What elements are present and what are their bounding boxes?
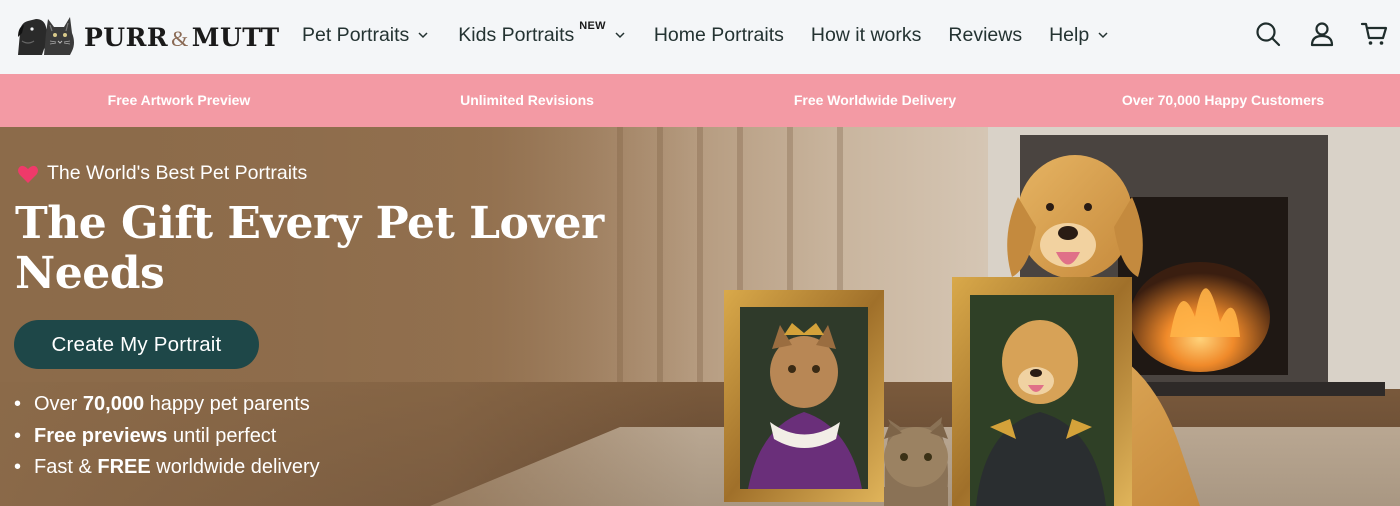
- benefit-text: until perfect: [167, 424, 277, 447]
- nav-item-label: Reviews: [948, 23, 1023, 46]
- nav-item-pet-portraits[interactable]: Pet Portraits: [302, 24, 429, 47]
- promo-free-artwork-preview: Free Artwork Preview: [107, 92, 251, 108]
- nav-item-label: How it works: [810, 23, 922, 46]
- nav-item-label: Home Portraits: [653, 23, 784, 46]
- brand-word-mutt: MUTT: [191, 23, 280, 52]
- main-nav: Pet Portraits Kids Portraits NEW Home Po…: [302, 20, 1109, 48]
- nav-item-label: Kids Portraits: [458, 23, 575, 46]
- benefit-text: happy pet parents: [144, 393, 310, 415]
- site-header: PURR & MUTT Pet Portraits Kids Portraits N…: [0, 0, 1400, 74]
- nav-item-how-it-works[interactable]: How it works: [811, 24, 922, 47]
- nav-item-home-portraits[interactable]: Home Portraits: [654, 24, 784, 47]
- brand-wordmark: PURR & MUTT: [84, 23, 280, 52]
- benefit-text: Over: [34, 393, 83, 415]
- chevron-down-icon: [418, 32, 428, 39]
- benefit-highlight: Free previews: [34, 424, 168, 447]
- create-my-portrait-button[interactable]: Create My Portrait: [14, 320, 259, 369]
- cat-and-dog-logo-icon: [18, 17, 74, 55]
- hero-eyebrow: The World's Best Pet Portraits: [17, 162, 307, 185]
- nav-item-kids-portraits[interactable]: Kids Portraits NEW: [458, 20, 626, 47]
- benefit-highlight: 70,000: [82, 393, 145, 415]
- brand-word-purr: PURR: [84, 23, 169, 52]
- benefit-highlight: FREE: [97, 456, 151, 478]
- benefit-happy-pet-parents: Over 70,000 happy pet parents: [12, 389, 320, 421]
- hero-eyebrow-text: The World's Best Pet Portraits: [47, 162, 308, 184]
- brand-logo[interactable]: PURR & MUTT: [14, 11, 279, 59]
- account-icon[interactable]: [1308, 20, 1336, 48]
- hero-benefits-list: Over 70,000 happy pet parents Free previ…: [12, 389, 320, 484]
- benefit-free-previews: Free previews until perfect: [12, 421, 320, 453]
- chevron-down-icon: [1098, 32, 1108, 39]
- brand-ampersand: &: [171, 26, 189, 51]
- promo-bar: Free Artwork Preview Unlimited Revisions…: [0, 74, 1400, 127]
- benefit-text: Fast &: [34, 456, 98, 478]
- search-icon[interactable]: [1254, 20, 1282, 48]
- promo-free-worldwide-delivery: Free Worldwide Delivery: [793, 92, 957, 108]
- promo-unlimited-revisions: Unlimited Revisions: [460, 92, 594, 108]
- chevron-down-icon: [615, 32, 625, 39]
- nav-item-label: Help: [1049, 23, 1090, 46]
- new-badge: NEW: [579, 20, 606, 32]
- benefit-worldwide-delivery: Fast & FREE worldwide delivery: [12, 452, 320, 484]
- heart-icon: [18, 165, 38, 183]
- hero-section: The World's Best Pet Portraits The Gift …: [0, 127, 1400, 506]
- benefit-text: worldwide delivery: [150, 456, 320, 478]
- nav-item-reviews[interactable]: Reviews: [948, 24, 1022, 47]
- promo-happy-customers: Over 70,000 Happy Customers: [1121, 92, 1325, 108]
- nav-item-help[interactable]: Help: [1049, 24, 1109, 47]
- nav-item-label: Pet Portraits: [302, 23, 410, 46]
- cart-icon[interactable]: [1360, 20, 1388, 48]
- hero-title: The Gift Every Pet Lover Needs: [15, 198, 604, 299]
